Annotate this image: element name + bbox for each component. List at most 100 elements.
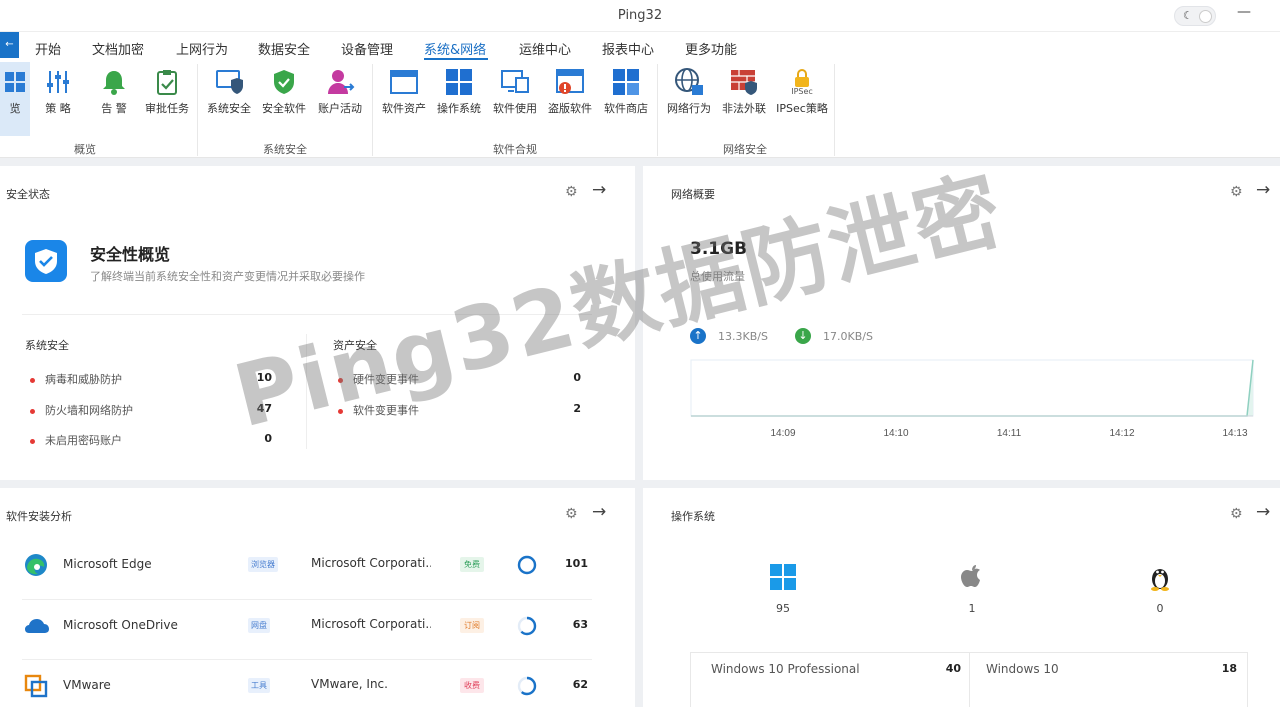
gear-icon[interactable]: ⚙ bbox=[565, 184, 578, 200]
bell-icon bbox=[92, 66, 136, 98]
menu-system-network[interactable]: 系统&网络 bbox=[424, 39, 486, 58]
ribbon-software-store-button[interactable]: 软件商店 bbox=[600, 62, 652, 136]
red-dot bbox=[30, 377, 35, 383]
column-divider bbox=[306, 334, 307, 449]
ribbon-label: 非法外联 bbox=[722, 102, 766, 115]
ribbon-pirated-software-button[interactable]: 盗版软件 bbox=[544, 62, 596, 136]
menu-data-security[interactable]: 数据安全 bbox=[258, 39, 310, 58]
x-tick-label: 14:10 bbox=[883, 428, 908, 439]
software-row[interactable]: Microsoft OneDrive 网盘 Microsoft Corporat… bbox=[0, 604, 620, 664]
software-row[interactable]: Microsoft Edge 浏览器 Microsoft Corporati..… bbox=[0, 543, 620, 603]
os-version-table bbox=[690, 652, 1248, 707]
ribbon-os-button[interactable]: 操作系统 bbox=[433, 62, 485, 136]
theme-toggle[interactable]: ☾ bbox=[1174, 6, 1216, 26]
total-traffic-label: 总使用流量 bbox=[690, 270, 745, 283]
ribbon-ipsec-policy-button[interactable]: IPSec IPSec策略 bbox=[773, 62, 831, 136]
ribbon-approval-button[interactable]: 审批任务 bbox=[142, 62, 192, 136]
group-separator bbox=[834, 64, 835, 156]
risk-row[interactable]: 病毒和威胁防护 bbox=[30, 371, 122, 387]
back-icon[interactable]: ← bbox=[0, 32, 19, 58]
firewall-icon bbox=[718, 66, 770, 98]
menu-doc-encryption[interactable]: 文档加密 bbox=[92, 39, 144, 58]
user-activity-icon bbox=[314, 66, 366, 98]
lock-icon: IPSec bbox=[773, 66, 831, 98]
ribbon-label: 软件资产 bbox=[382, 102, 426, 115]
group-separator bbox=[372, 64, 373, 156]
minimize-button[interactable]: — bbox=[1232, 4, 1256, 26]
software-name: VMware bbox=[63, 678, 111, 692]
ribbon-label: 策 略 bbox=[45, 102, 71, 115]
ribbon-illegal-connection-button[interactable]: 非法外联 bbox=[718, 62, 770, 136]
license-tag: 免费 bbox=[460, 557, 484, 572]
group-separator bbox=[657, 64, 658, 156]
ribbon-policy-button[interactable]: 策 略 bbox=[38, 62, 78, 136]
system-security-heading: 系统安全 bbox=[25, 339, 69, 352]
menu-ops-center[interactable]: 运维中心 bbox=[519, 39, 571, 58]
os-version-name: Windows 10 Professional bbox=[711, 662, 860, 676]
windows-logo-icon[interactable] bbox=[768, 562, 798, 592]
install-count: 62 bbox=[572, 678, 588, 691]
gear-icon[interactable]: ⚙ bbox=[565, 506, 578, 522]
menu-more-features[interactable]: 更多功能 bbox=[685, 39, 737, 58]
arrow-right-icon[interactable]: → bbox=[592, 502, 606, 522]
window-alert-icon bbox=[544, 66, 596, 98]
ribbon-label: 系统安全 bbox=[207, 102, 251, 115]
os-count: 1 bbox=[968, 602, 976, 615]
ribbon-network-behavior-button[interactable]: 网络行为 bbox=[663, 62, 715, 136]
ribbon-overview-button[interactable]: 览 bbox=[0, 62, 30, 136]
ribbon-label: 网络行为 bbox=[667, 102, 711, 115]
monitor-icon bbox=[489, 66, 541, 98]
risk-row[interactable]: 硬件变更事件 bbox=[338, 371, 419, 387]
row-divider bbox=[22, 659, 592, 660]
menu-bar: ← 开始 文档加密 上网行为 数据安全 设备管理 系统&网络 运维中心 报表中心… bbox=[0, 32, 1280, 62]
risk-value: 47 bbox=[256, 402, 272, 415]
software-row[interactable]: VMware 工具 VMware, Inc. 收费 62 bbox=[0, 664, 620, 707]
category-tag: 浏览器 bbox=[248, 557, 278, 572]
shield-check-icon bbox=[259, 66, 309, 98]
ribbon-label: 软件使用 bbox=[493, 102, 537, 115]
arrow-right-icon[interactable]: → bbox=[1256, 180, 1270, 200]
install-ratio-ring bbox=[517, 616, 537, 636]
risk-row[interactable]: 防火墙和网络防护 bbox=[30, 402, 133, 418]
ribbon-account-activity-button[interactable]: 账户活动 bbox=[314, 62, 366, 136]
ribbon-label: 盗版软件 bbox=[548, 102, 592, 115]
gear-icon[interactable]: ⚙ bbox=[1230, 506, 1243, 522]
card-title: 安全状态 bbox=[6, 188, 50, 201]
ribbon-software-usage-button[interactable]: 软件使用 bbox=[489, 62, 541, 136]
red-dot bbox=[338, 408, 343, 414]
total-traffic: 3.1GB bbox=[690, 239, 748, 259]
gear-icon[interactable]: ⚙ bbox=[1230, 184, 1243, 200]
apple-logo-icon[interactable] bbox=[957, 562, 987, 592]
install-count: 63 bbox=[572, 618, 588, 631]
edge-icon bbox=[24, 553, 48, 577]
x-tick-label: 14:11 bbox=[997, 428, 1022, 439]
window-title: Ping32 bbox=[617, 8, 663, 23]
risk-value: 2 bbox=[573, 402, 581, 415]
red-dot bbox=[30, 408, 35, 414]
arrow-right-icon[interactable]: → bbox=[592, 180, 606, 200]
network-summary-card: 网络概要 ⚙ → 3.1GB 总使用流量 ↑ 13.3KB/S ↓ 17.0KB… bbox=[643, 166, 1280, 480]
linux-logo-icon[interactable] bbox=[1145, 562, 1175, 592]
risk-row[interactable]: 未启用密码账户 bbox=[30, 432, 122, 448]
ribbon-label: 账户活动 bbox=[318, 102, 362, 115]
ribbon-software-assets-button[interactable]: 软件资产 bbox=[378, 62, 430, 136]
ribbon-alert-button[interactable]: 告 警 bbox=[92, 62, 136, 136]
ribbon-system-security-button[interactable]: 系统安全 bbox=[204, 62, 254, 136]
title-bar: Ping32 ☾ — bbox=[0, 0, 1280, 32]
software-vendor: VMware, Inc. bbox=[311, 677, 388, 691]
software-name: Microsoft OneDrive bbox=[63, 618, 178, 632]
menu-device-management[interactable]: 设备管理 bbox=[341, 39, 393, 58]
menu-web-behavior[interactable]: 上网行为 bbox=[176, 39, 228, 58]
menu-report-center[interactable]: 报表中心 bbox=[602, 39, 654, 58]
group-label-system-security: 系统安全 bbox=[263, 143, 307, 156]
upload-speed: 13.3KB/S bbox=[718, 330, 768, 343]
table-divider bbox=[969, 653, 970, 707]
ribbon-security-software-button[interactable]: 安全软件 bbox=[259, 62, 309, 136]
ribbon-label: 安全软件 bbox=[262, 102, 306, 115]
software-vendor: Microsoft Corporati... bbox=[311, 556, 431, 570]
risk-row[interactable]: 软件变更事件 bbox=[338, 402, 419, 418]
license-tag: 订阅 bbox=[460, 618, 484, 633]
arrow-right-icon[interactable]: → bbox=[1256, 502, 1270, 522]
os-count: 95 bbox=[776, 602, 790, 615]
menu-start[interactable]: 开始 bbox=[35, 39, 61, 58]
